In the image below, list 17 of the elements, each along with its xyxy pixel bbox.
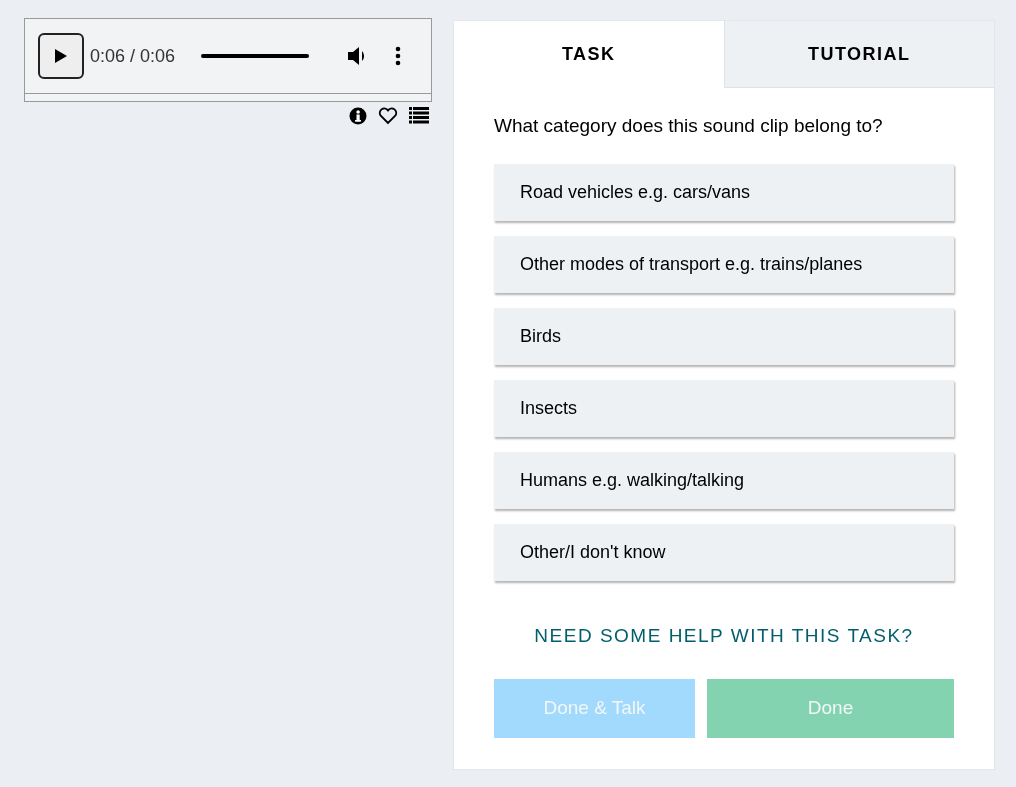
list-icon[interactable] (409, 107, 429, 124)
progress-track[interactable] (201, 54, 310, 58)
answer-option[interactable]: Insects (494, 379, 954, 437)
play-button[interactable] (38, 33, 84, 79)
tab[interactable]: TUTORIAL (723, 21, 994, 88)
heart-icon[interactable] (378, 107, 398, 125)
help-link[interactable]: NEED SOME HELP WITH THIS TASK? (534, 621, 914, 650)
more-options-icon[interactable] (395, 46, 402, 66)
question-text: What category does this sound clip belong to? (494, 114, 884, 138)
info-icon[interactable] (349, 107, 367, 125)
answer-option[interactable]: Other/I don't know (494, 523, 954, 581)
answer-option[interactable]: Road vehicles e.g. cars/vans (494, 163, 954, 221)
play-icon (54, 48, 68, 64)
answer-option[interactable]: Birds (494, 307, 954, 365)
answer-option[interactable]: Humans e.g. walking/talking (494, 451, 954, 509)
time-display: 0:06 / 0:06 (90, 44, 176, 68)
answer-option[interactable]: Other modes of transport e.g. trains/planes (494, 235, 954, 293)
